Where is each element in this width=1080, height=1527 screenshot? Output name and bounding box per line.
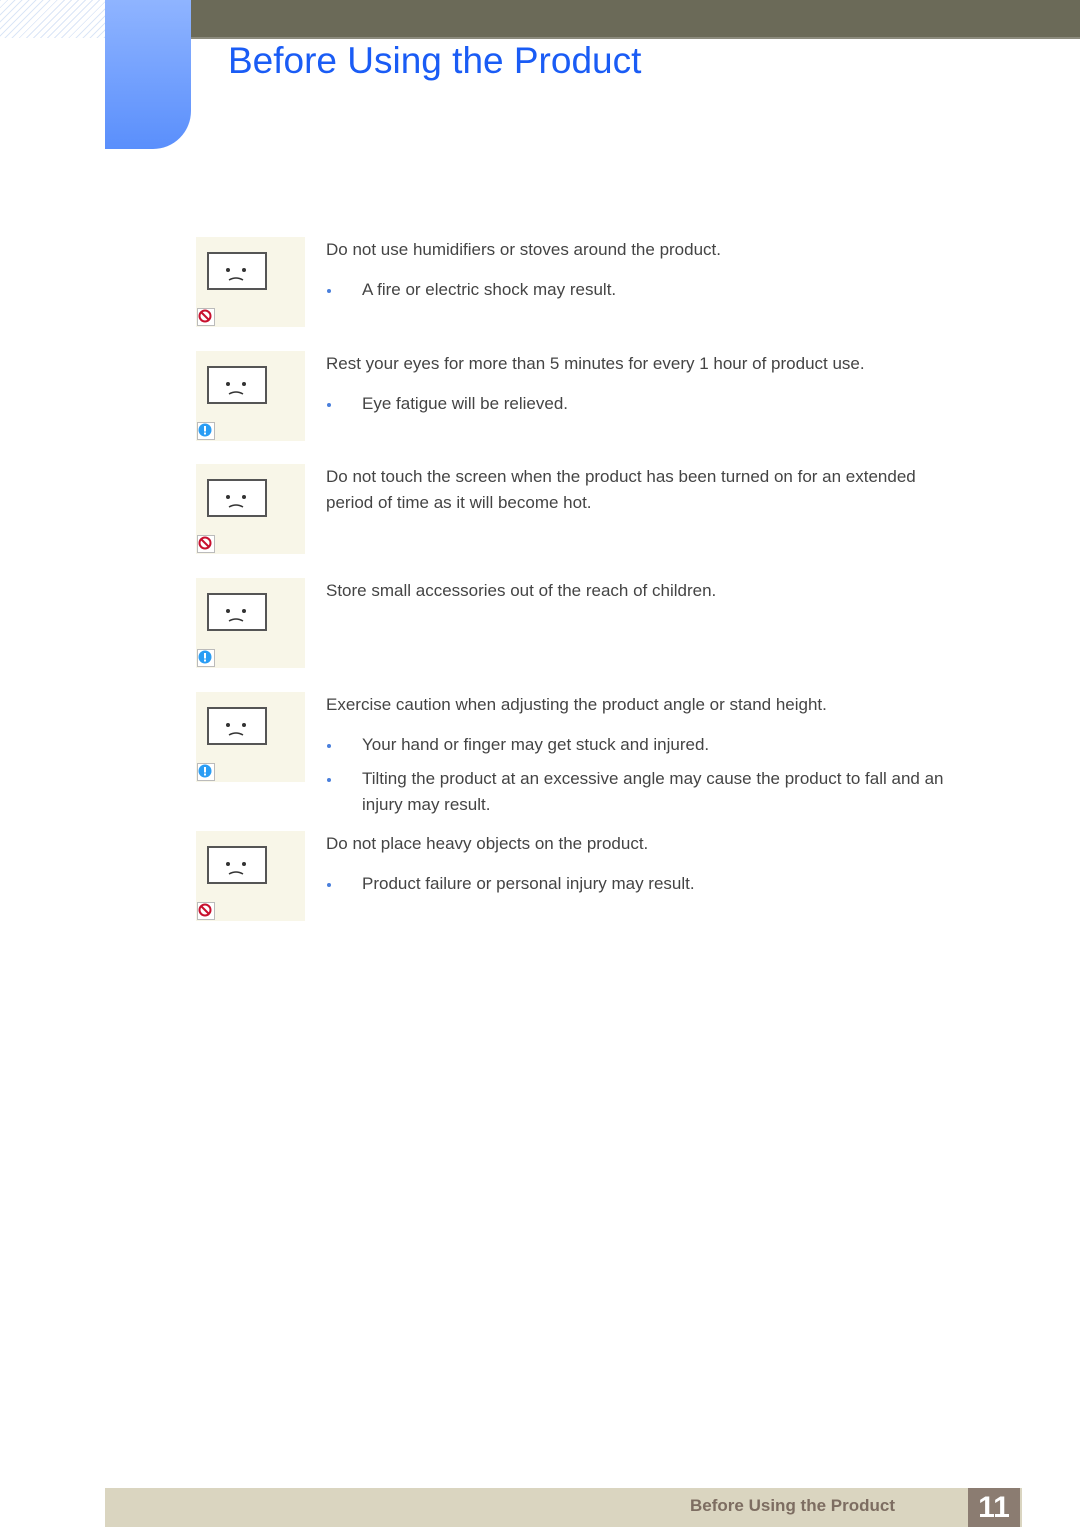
humidifier-near-monitor-illustration <box>196 237 305 327</box>
consequence-list: Eye fatigue will be relieved. <box>326 391 956 417</box>
safety-instruction: Do not place heavy objects on the produc… <box>326 834 649 853</box>
adjusting-stand-illustration <box>196 692 305 782</box>
safety-item-text: Do not place heavy objects on the produc… <box>326 831 956 905</box>
chapter-tab <box>105 0 191 149</box>
safety-item-text: Rest your eyes for more than 5 minutes f… <box>326 351 956 425</box>
safety-item-text: Do not use humidifiers or stoves around … <box>326 237 956 311</box>
prohibited-icon <box>197 535 215 553</box>
consequence-bullet: A fire or electric shock may result. <box>326 277 956 303</box>
touching-hot-screen-illustration <box>196 464 305 554</box>
rest-eyes-illustration <box>196 351 305 441</box>
child-reaching-accessories-illustration <box>196 578 305 668</box>
header-bar <box>191 0 1080 39</box>
info-icon <box>197 649 215 667</box>
safety-instruction: Exercise caution when adjusting the prod… <box>326 695 827 714</box>
safety-item-text: Exercise caution when adjusting the prod… <box>326 692 956 826</box>
consequence-bullet: Tilting the product at an excessive angl… <box>326 766 956 818</box>
header-hatch-decoration <box>0 0 105 38</box>
heavy-objects-on-monitor-illustration <box>196 831 305 921</box>
consequence-list: A fire or electric shock may result. <box>326 277 956 303</box>
page-number: 11 <box>968 1488 1020 1527</box>
consequence-list: Your hand or finger may get stuck and in… <box>326 732 956 818</box>
footer-bar: Before Using the Product <box>105 1488 1022 1527</box>
consequence-bullet: Eye fatigue will be relieved. <box>326 391 956 417</box>
safety-instruction: Do not touch the screen when the product… <box>326 467 916 512</box>
consequence-bullet: Product failure or personal injury may r… <box>326 871 956 897</box>
safety-instruction: Do not use humidifiers or stoves around … <box>326 240 721 259</box>
consequence-list: Product failure or personal injury may r… <box>326 871 956 897</box>
prohibited-icon <box>197 308 215 326</box>
safety-instruction: Store small accessories out of the reach… <box>326 581 717 600</box>
info-icon <box>197 763 215 781</box>
safety-instruction: Rest your eyes for more than 5 minutes f… <box>326 354 865 373</box>
info-icon <box>197 422 215 440</box>
safety-item-text: Store small accessories out of the reach… <box>326 578 956 618</box>
prohibited-icon <box>197 902 215 920</box>
consequence-bullet: Your hand or finger may get stuck and in… <box>326 732 956 758</box>
footer-section-label: Before Using the Product <box>690 1496 895 1515</box>
page-title: Before Using the Product <box>228 40 642 81</box>
safety-item-text: Do not touch the screen when the product… <box>326 464 956 530</box>
